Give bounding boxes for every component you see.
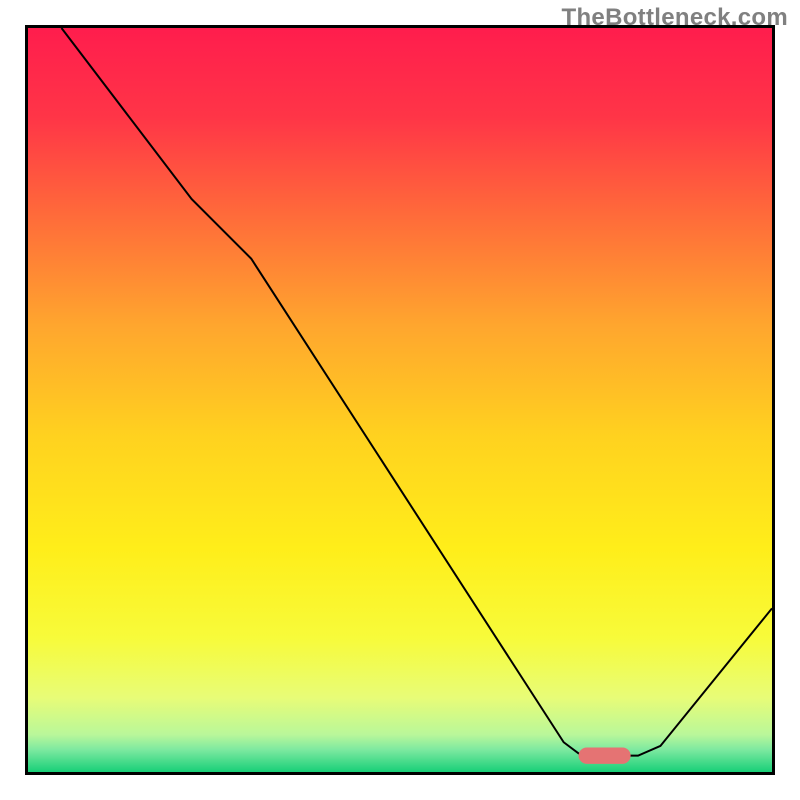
watermark-text: TheBottleneck.com: [562, 4, 788, 32]
optimal-marker: [579, 747, 631, 763]
bottleneck-chart: [0, 0, 800, 800]
plot-background: [28, 28, 772, 772]
